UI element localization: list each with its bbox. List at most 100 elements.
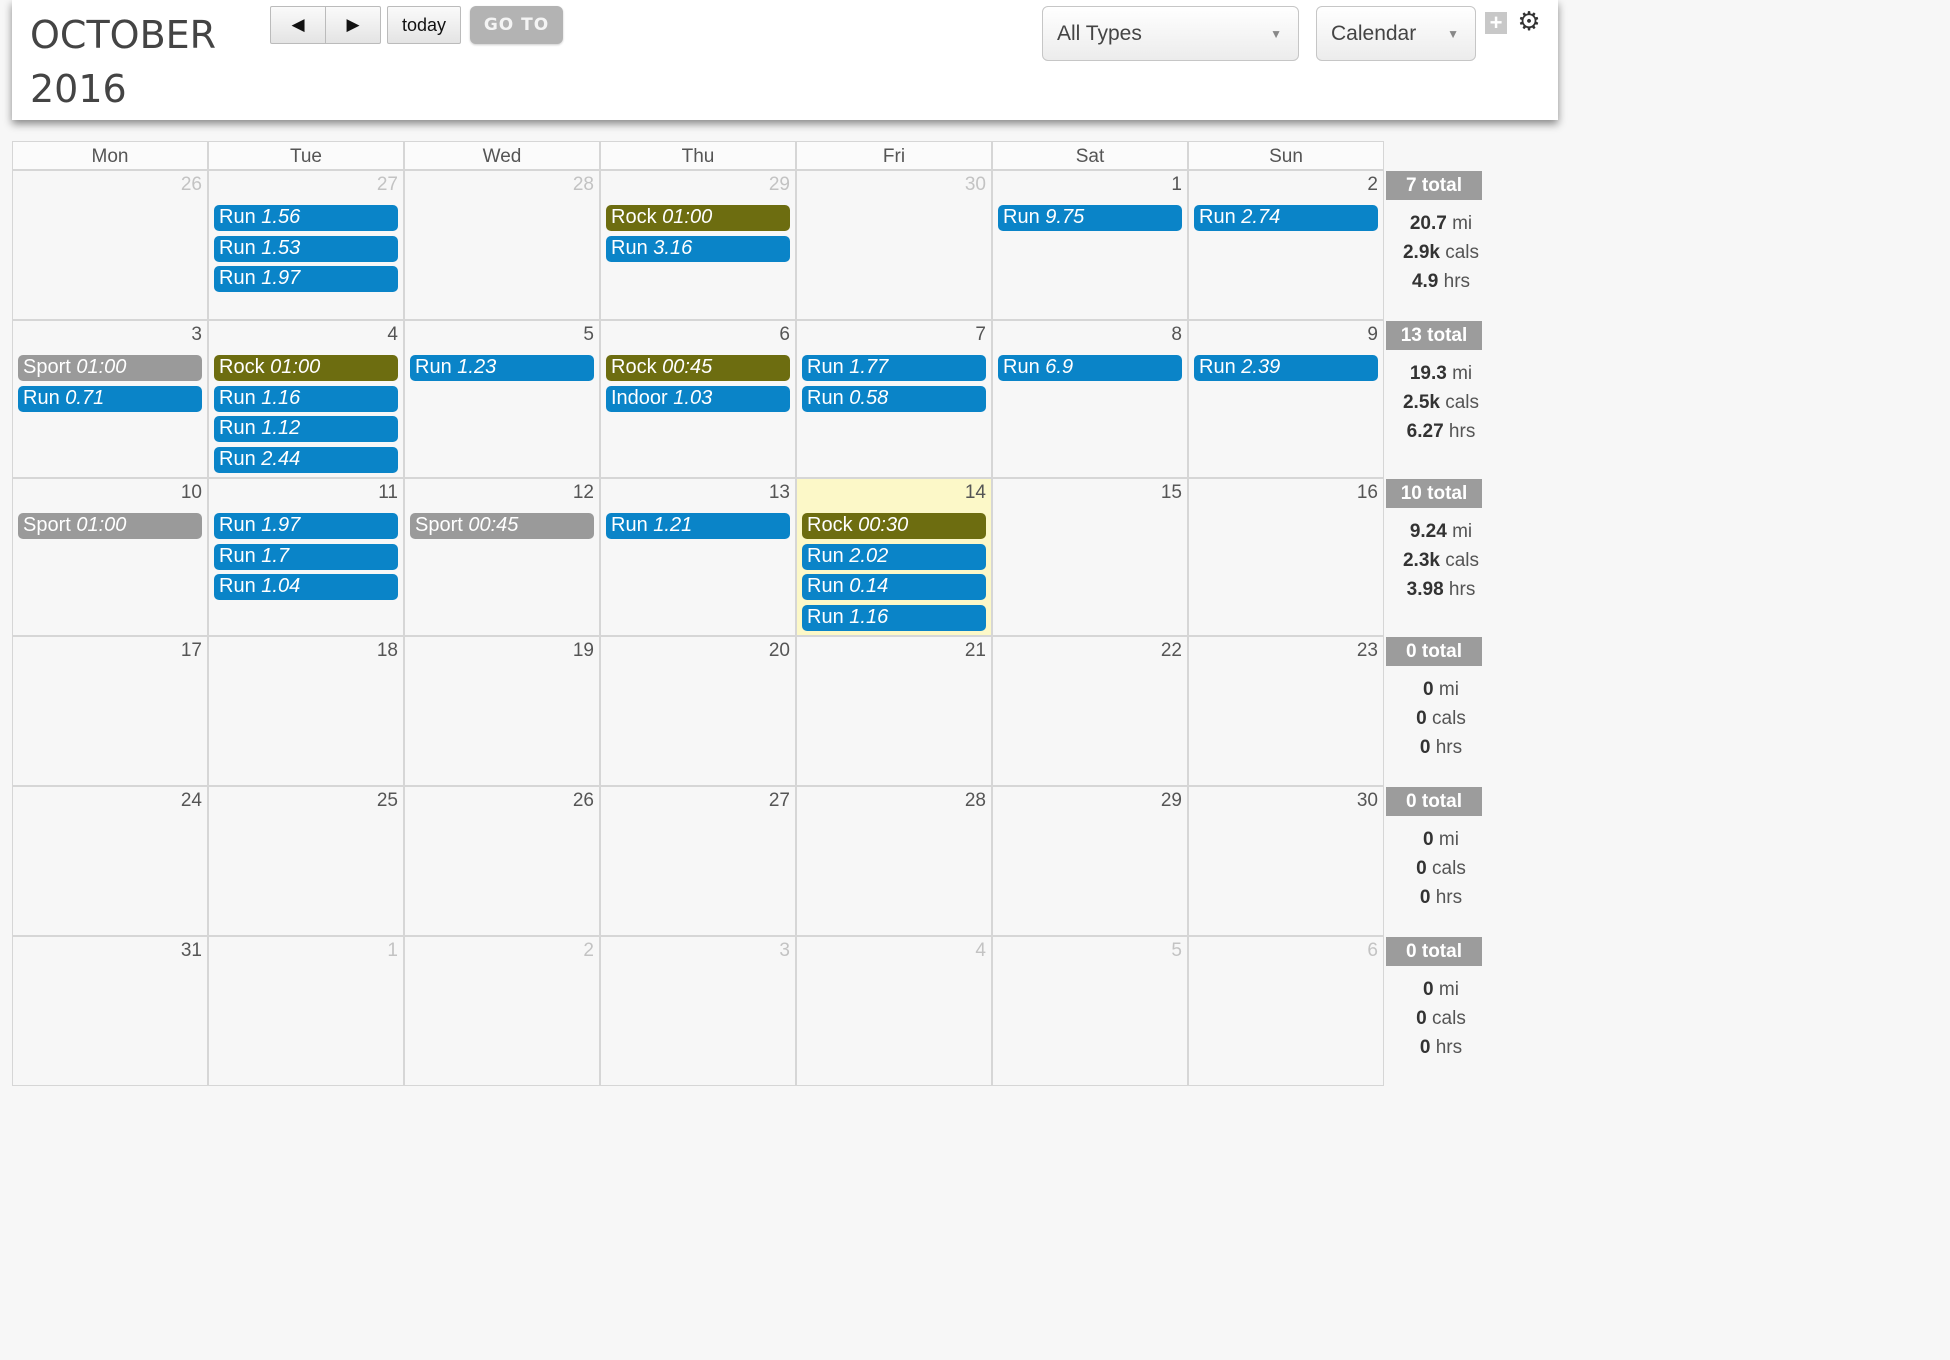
goto-button[interactable]: GO TO [470,6,563,44]
activity-event[interactable]: Rock 00:45 [606,355,790,381]
activity-event[interactable]: Run 0.71 [18,385,202,412]
activity-event[interactable]: Run 1.21 [606,513,790,539]
day-number: 24 [180,790,202,811]
day-cell[interactable]: 17 [12,636,208,786]
week-total-badge: 7 total [1386,171,1482,200]
day-cell[interactable]: 14 Rock 00:30 Run 2.02 Run 0.14 Run 1.16 [796,478,992,636]
day-cell[interactable]: 4 [796,936,992,1086]
day-cell[interactable]: 28 [404,170,600,320]
stat-value: 9.24 [1409,521,1447,542]
activity-event[interactable]: Run 1.04 [214,574,398,600]
day-cell[interactable]: 7 Run 1.77 Run 0.58 [796,320,992,478]
day-cell[interactable]: 3 [600,936,796,1086]
today-button[interactable]: today [387,6,461,44]
activity-type: Run [23,386,60,409]
activity-type-select[interactable]: All Types ▼ [1042,6,1299,61]
prev-month-button[interactable]: ◀ [270,6,326,44]
stat-value: 0 [1423,979,1434,1000]
day-cell[interactable]: 16 [1188,478,1384,636]
activity-event[interactable]: Rock 01:00 [606,205,790,231]
day-number: 2 [583,940,594,961]
activity-event[interactable]: Rock 00:30 [802,513,986,539]
activity-event[interactable]: Run 1.16 [802,604,986,631]
stat-unit: cals [1445,242,1480,263]
day-cell[interactable]: 6 Rock 00:45 Indoor 1.03 [600,320,796,478]
stat-unit: hrs [1435,1037,1463,1058]
stat-unit: cals [1432,1008,1466,1029]
day-cell[interactable]: 30 [796,170,992,320]
activity-event[interactable]: Run 0.14 [802,574,986,600]
activity-event[interactable]: Run 2.44 [214,446,398,473]
day-cell[interactable]: 10 Sport 01:00 [12,478,208,636]
day-cell[interactable]: 12 Sport 00:45 [404,478,600,636]
stat-value: 19.3 [1409,363,1447,384]
day-cell[interactable]: 26 [12,170,208,320]
activity-event[interactable]: Run 6.9 [998,355,1182,381]
activity-event[interactable]: Indoor 1.03 [606,385,790,412]
activity-event[interactable]: Run 2.02 [802,543,986,570]
day-cell[interactable]: 3 Sport 01:00 Run 0.71 [12,320,208,478]
activity-event[interactable]: Run 1.97 [214,266,398,292]
next-month-button[interactable]: ▶ [325,6,381,44]
activity-event[interactable]: Sport 00:45 [410,513,594,539]
day-cell[interactable]: 30 [1188,786,1384,936]
day-cell[interactable]: 24 [12,786,208,936]
day-number: 3 [191,324,202,345]
day-cell[interactable]: 27 Run 1.56 Run 1.53 Run 1.97 [208,170,404,320]
day-cell[interactable]: 2 [404,936,600,1086]
activity-event[interactable]: Run 1.16 [214,385,398,412]
activity-value: 1.97 [261,267,301,289]
day-cell[interactable]: 22 [992,636,1188,786]
day-cell[interactable]: 1 [208,936,404,1086]
view-select[interactable]: Calendar ▼ [1316,6,1476,61]
day-cell[interactable]: 1 Run 9.75 [992,170,1188,320]
weekday-header: Fri [796,141,992,170]
day-cell[interactable]: 26 [404,786,600,936]
day-cell[interactable]: 29 Rock 01:00 Run 3.16 [600,170,796,320]
day-cell[interactable]: 19 [404,636,600,786]
activity-event[interactable]: Rock 01:00 [214,355,398,381]
activity-event[interactable]: Run 1.77 [802,355,986,381]
activity-event[interactable]: Run 1.56 [214,205,398,231]
week-stat-hrs: 0 hrs [1386,1037,1496,1059]
activity-event[interactable]: Run 1.23 [410,355,594,381]
day-cell[interactable]: 28 [796,786,992,936]
activity-event[interactable]: Run 1.7 [214,543,398,570]
activity-event[interactable]: Run 1.53 [214,235,398,262]
gear-icon[interactable]: ⚙ [1516,8,1542,34]
activity-event[interactable]: Sport 01:00 [18,355,202,381]
activity-event[interactable]: Run 1.12 [214,416,398,442]
activity-type: Run [415,356,452,378]
day-cell[interactable]: 6 [1188,936,1384,1086]
day-cell[interactable]: 9 Run 2.39 [1188,320,1384,478]
activity-event[interactable]: Run 0.58 [802,385,986,412]
activity-event[interactable]: Run 1.97 [214,513,398,539]
week-total-panel: 13 total 19.3 mi 2.5k cals 6.27 hrs [1386,321,1496,479]
day-cell[interactable]: 4 Rock 01:00 Run 1.16 Run 1.12 Run 2.44 [208,320,404,478]
day-cell[interactable]: 13 Run 1.21 [600,478,796,636]
week-total-badge: 0 total [1386,637,1482,666]
day-cell[interactable]: 5 [992,936,1188,1086]
day-cell[interactable]: 11 Run 1.97 Run 1.7 Run 1.04 [208,478,404,636]
day-cell[interactable]: 29 [992,786,1188,936]
day-cell[interactable]: 15 [992,478,1188,636]
day-cell[interactable]: 23 [1188,636,1384,786]
activity-event[interactable]: Sport 01:00 [18,513,202,539]
day-number: 6 [1367,940,1378,961]
day-cell[interactable]: 8 Run 6.9 [992,320,1188,478]
activity-event[interactable]: Run 2.39 [1194,355,1378,381]
day-cell[interactable]: 20 [600,636,796,786]
activity-event[interactable]: Run 9.75 [998,205,1182,231]
day-cell[interactable]: 27 [600,786,796,936]
day-cell[interactable]: 18 [208,636,404,786]
activity-event[interactable]: Run 2.74 [1194,205,1378,231]
add-icon[interactable]: + [1485,12,1507,34]
day-cell[interactable]: 25 [208,786,404,936]
day-cell[interactable]: 21 [796,636,992,786]
day-cell[interactable]: 5 Run 1.23 [404,320,600,478]
activity-event[interactable]: Run 3.16 [606,235,790,262]
activity-value: 2.44 [261,447,301,470]
day-number: 1 [387,940,398,961]
day-cell[interactable]: 31 [12,936,208,1086]
day-cell[interactable]: 2 Run 2.74 [1188,170,1384,320]
